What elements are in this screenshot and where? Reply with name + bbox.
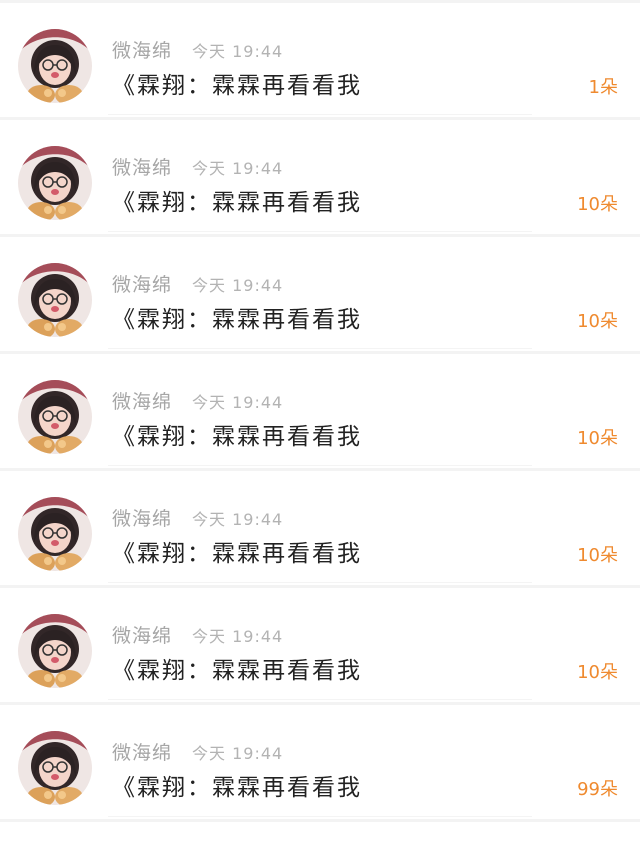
message-text: 《霖翔：霖霖再看看我: [112, 190, 362, 216]
message-text: 《霖翔：霖霖再看看我: [112, 307, 362, 333]
timestamp: 今天 19:44: [192, 276, 284, 295]
timestamp: 今天 19:44: [192, 42, 284, 61]
gift-count: 10朵: [577, 428, 618, 449]
avatar[interactable]: [18, 146, 92, 220]
gift-count: 10朵: [577, 311, 618, 332]
message-item[interactable]: 微海绵 今天 19:44 《霖翔：霖霖再看看我 10朵: [0, 120, 640, 237]
avatar[interactable]: [18, 380, 92, 454]
avatar[interactable]: [18, 497, 92, 571]
avatar[interactable]: [18, 614, 92, 688]
gift-count: 10朵: [577, 662, 618, 683]
timestamp: 今天 19:44: [192, 159, 284, 178]
username[interactable]: 微海绵: [112, 153, 172, 180]
gift-count: 99朵: [577, 779, 618, 800]
message-item[interactable]: 微海绵 今天 19:44 《霖翔：霖霖再看看我 10朵: [0, 588, 640, 705]
username[interactable]: 微海绵: [112, 621, 172, 648]
timestamp: 今天 19:44: [192, 627, 284, 646]
timestamp: 今天 19:44: [192, 393, 284, 412]
message-text: 《霖翔：霖霖再看看我: [112, 658, 362, 684]
timestamp: 今天 19:44: [192, 744, 284, 763]
gift-count: 10朵: [577, 194, 618, 215]
message-text: 《霖翔：霖霖再看看我: [112, 73, 362, 99]
username[interactable]: 微海绵: [112, 36, 172, 63]
username[interactable]: 微海绵: [112, 387, 172, 414]
gift-message-feed: 微海绵 今天 19:44 《霖翔：霖霖再看看我 1朵 微海绵 今天 19:44 …: [0, 0, 640, 847]
gift-count: 10朵: [577, 545, 618, 566]
message-item[interactable]: 微海绵 今天 19:44 《霖翔：霖霖再看看我 1朵: [0, 3, 640, 120]
message-text: 《霖翔：霖霖再看看我: [112, 424, 362, 450]
avatar[interactable]: [18, 731, 92, 805]
username[interactable]: 微海绵: [112, 270, 172, 297]
message-item[interactable]: 微海绵 今天 19:44 《霖翔：霖霖再看看我 99朵: [0, 705, 640, 822]
message-item[interactable]: 微海绵 今天 19:44 《霖翔：霖霖再看看我 10朵: [0, 237, 640, 354]
timestamp: 今天 19:44: [192, 510, 284, 529]
message-text: 《霖翔：霖霖再看看我: [112, 775, 362, 801]
gift-count: 1朵: [588, 77, 618, 98]
username[interactable]: 微海绵: [112, 738, 172, 765]
avatar[interactable]: [18, 29, 92, 103]
message-item[interactable]: 微海绵 今天 19:44 《霖翔：霖霖再看看我 10朵: [0, 471, 640, 588]
message-text: 《霖翔：霖霖再看看我: [112, 541, 362, 567]
avatar[interactable]: [18, 263, 92, 337]
message-item[interactable]: 微海绵 今天 19:44 《霖翔：霖霖再看看我 10朵: [0, 354, 640, 471]
username[interactable]: 微海绵: [112, 504, 172, 531]
